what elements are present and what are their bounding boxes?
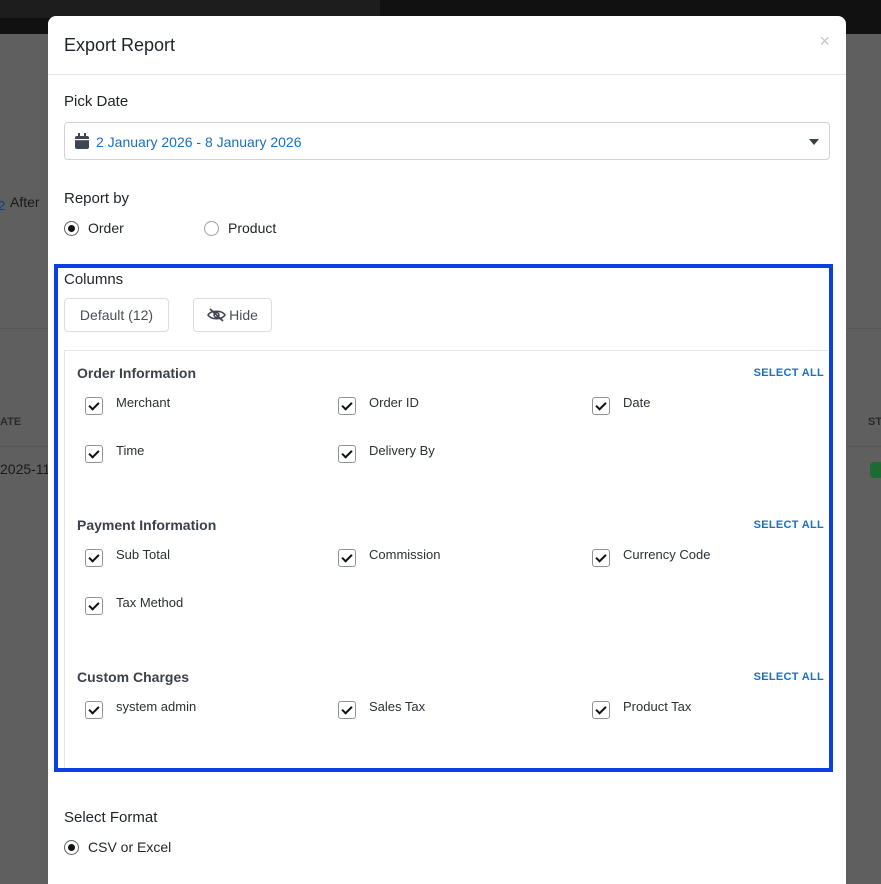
background-status-pill [870, 462, 881, 478]
close-icon[interactable]: × [819, 32, 830, 50]
report-by-order-radio[interactable]: Order [64, 220, 124, 236]
group-title-order-information: Order Information [77, 365, 197, 381]
select-all-order-information[interactable]: SELECT ALL [754, 367, 824, 379]
hide-button-label: Hide [229, 307, 258, 323]
checkbox-label: Sales Tax [369, 699, 426, 714]
checkbox-box [592, 549, 610, 567]
select-format-label: Select Format [64, 809, 158, 826]
checkbox-merchant[interactable]: Merchant [85, 395, 170, 415]
radio-circle [204, 220, 219, 236]
column-groups: Order Information SELECT ALL Merchant Or… [64, 350, 828, 768]
radio-circle [64, 220, 79, 236]
group-title-custom-charges: Custom Charges [77, 669, 190, 685]
pick-date-label: Pick Date [64, 93, 129, 110]
select-all-payment-information[interactable]: SELECT ALL [754, 519, 824, 531]
background-column-header: ATE [0, 416, 22, 428]
modal-title: Export Report [64, 35, 176, 55]
checkbox-label: Time [116, 443, 145, 458]
checkbox-box [338, 445, 356, 463]
checkbox-label: Currency Code [623, 547, 711, 562]
checkbox-delivery-by[interactable]: Delivery By [338, 443, 435, 463]
checkbox-label: Sub Total [116, 547, 170, 562]
radio-label: CSV or Excel [88, 839, 172, 855]
checkbox-box [85, 549, 103, 567]
checkbox-label: Delivery By [369, 443, 435, 458]
checkbox-product-tax[interactable]: Product Tax [592, 699, 691, 719]
checkbox-label: Commission [369, 547, 441, 562]
group-title-payment-information: Payment Information [77, 517, 217, 533]
hide-columns-button[interactable]: Hide [193, 298, 272, 332]
columns-title: Columns [64, 271, 124, 288]
date-range-picker[interactable]: 2 January 2026 - 8 January 2026 [64, 122, 830, 160]
background-column-header-right: ST [868, 416, 881, 428]
checkbox-box [85, 397, 103, 415]
modal-header: Export Report × [48, 16, 846, 75]
background-icon: 2 [0, 198, 6, 213]
select-all-custom-charges[interactable]: SELECT ALL [754, 671, 824, 683]
checkbox-label: Merchant [116, 395, 171, 410]
checkbox-label: Date [623, 395, 651, 410]
checkbox-label: Tax Method [116, 595, 184, 610]
radio-label: Product [228, 220, 277, 236]
checkbox-system-admin[interactable]: system admin [85, 699, 196, 719]
checkbox-box [592, 701, 610, 719]
export-report-modal: Export Report × Pick Date 2 January 2026… [48, 16, 846, 884]
radio-circle [64, 839, 79, 855]
checkbox-order-id[interactable]: Order ID [338, 395, 419, 415]
checkbox-box [85, 701, 103, 719]
checkbox-tax-method[interactable]: Tax Method [85, 595, 183, 615]
checkbox-date[interactable]: Date [592, 395, 650, 415]
checkbox-label: Product Tax [623, 699, 692, 714]
background-row-date: 2025-11- [0, 461, 56, 477]
checkbox-sales-tax[interactable]: Sales Tax [338, 699, 425, 719]
report-by-product-radio[interactable]: Product [204, 220, 276, 236]
checkbox-box [338, 701, 356, 719]
checkbox-sub-total[interactable]: Sub Total [85, 547, 170, 567]
checkbox-box [338, 397, 356, 415]
checkbox-box [338, 549, 356, 567]
checkbox-commission[interactable]: Commission [338, 547, 441, 567]
checkbox-box [592, 397, 610, 415]
report-by-label: Report by [64, 190, 130, 207]
format-csv-excel-radio[interactable]: CSV or Excel [64, 839, 171, 855]
columns-section: Columns Default (12) Hide Order Informat… [54, 264, 833, 772]
background-after-text: After [10, 194, 40, 210]
checkbox-currency-code[interactable]: Currency Code [592, 547, 710, 567]
date-range-value: 2 January 2026 - 8 January 2026 [96, 134, 302, 150]
default-columns-button[interactable]: Default (12) [64, 298, 169, 332]
radio-label: Order [88, 220, 124, 236]
calendar-icon [75, 133, 89, 149]
checkbox-label: system admin [116, 699, 197, 714]
checkbox-time[interactable]: Time [85, 443, 144, 463]
eye-slash-icon [207, 308, 227, 322]
checkbox-box [85, 445, 103, 463]
checkbox-label: Order ID [369, 395, 419, 410]
chevron-down-icon [809, 139, 819, 145]
checkbox-box [85, 597, 103, 615]
